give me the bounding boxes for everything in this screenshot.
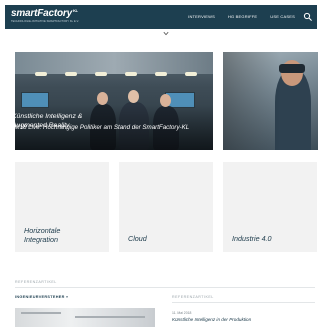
article-thumbnail[interactable]	[15, 308, 155, 327]
section-link[interactable]: INGENIEURVERSTEHER »	[15, 295, 68, 299]
hero-main-tile[interactable]	[15, 52, 213, 150]
tile-label[interactable]: Cloud	[128, 234, 147, 243]
hero-side-title[interactable]: Künstliche Intelligenz & Augmented Reali…	[12, 112, 102, 130]
section-label-right: REFERENZARTIKEL	[172, 295, 214, 299]
article-date: 11. Mai 2018	[172, 311, 192, 315]
site-tagline: TECHNOLOGIE-INITIATIVE SMARTFACTORY KL E…	[11, 20, 80, 23]
nav-item-use-cases[interactable]: USE CASES	[270, 14, 295, 19]
tile-label[interactable]: Horizontale Integration	[24, 226, 84, 244]
site-logo[interactable]: smartFactoryKL	[11, 8, 78, 19]
section-label: REFERENZARTIKEL	[15, 280, 57, 284]
tile-horizontale-integration[interactable]: Horizontale Integration	[15, 162, 109, 252]
divider	[15, 287, 315, 288]
search-icon[interactable]	[303, 12, 313, 22]
logo-suffix: KL	[72, 8, 78, 13]
logo-text[interactable]: smartFactory	[11, 8, 72, 19]
article-title-link[interactable]: Künstliche Intelligenz in der Produktion	[172, 317, 251, 322]
site-header: smartFactoryKL TECHNOLOGIE-INITIATIVE SM…	[5, 5, 317, 29]
chevron-down-icon[interactable]	[163, 31, 169, 36]
hero-main-image	[15, 52, 213, 74]
tile-industrie-4-0[interactable]: Industrie 4.0	[223, 162, 317, 252]
tile-cloud[interactable]: Cloud	[119, 162, 213, 252]
divider-right	[172, 302, 315, 303]
nav-item-interviews[interactable]: INTERVIEWS	[188, 14, 215, 19]
tile-label[interactable]: Industrie 4.0	[232, 234, 272, 243]
nav-item-begriffe[interactable]: HG BEGRIFFE	[228, 14, 257, 19]
main-nav: INTERVIEWS HG BEGRIFFE USE CASES	[188, 14, 295, 19]
hero-side-tile[interactable]	[223, 52, 318, 150]
